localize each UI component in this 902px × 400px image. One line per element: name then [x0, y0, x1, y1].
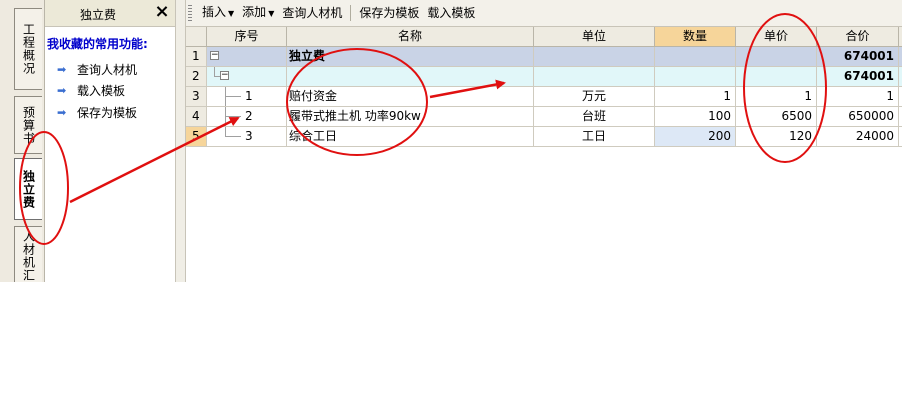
arrow-right-icon: ➡ [57, 63, 67, 76]
left-panel-header: 独立费 × [45, 0, 175, 27]
column-header-qty[interactable]: 数量 [655, 27, 736, 47]
insert-button[interactable]: 插入 ▼ [198, 1, 238, 25]
qty-cell[interactable]: 100 [655, 107, 736, 127]
seq-cell[interactable]: − [207, 67, 287, 87]
total-cell[interactable]: 1 [817, 87, 899, 107]
tab-labor-material-summary[interactable]: 人材机汇 [14, 226, 42, 282]
unit-cell[interactable]: 万元 [534, 87, 655, 107]
data-grid: 序号 名称 单位 数量 单价 合价 1 − 独立费 674001 2 − 674… [186, 27, 902, 282]
arrow-right-icon: ➡ [57, 106, 67, 119]
vertical-tab-strip: 工程概况 预算书 独立费 人材机汇 [0, 0, 45, 282]
row-index[interactable]: 1 [186, 47, 207, 67]
toolbar-separator [350, 5, 352, 21]
name-cell[interactable]: 赔付资金 [287, 87, 534, 107]
favorites-label: 我收藏的常用功能: [47, 37, 148, 51]
dropdown-arrow-icon: ▼ [268, 9, 275, 18]
close-icon[interactable]: × [153, 1, 171, 23]
unit-cell[interactable] [534, 47, 655, 67]
tab-label: 预算书 [21, 105, 36, 145]
seq-cell[interactable]: 1 [207, 87, 287, 107]
column-header-name[interactable]: 名称 [287, 27, 534, 47]
toolbar-grip[interactable] [188, 5, 192, 21]
tab-label: 人材机汇 [21, 230, 36, 282]
name-cell[interactable] [287, 67, 534, 87]
total-cell[interactable]: 674001 [817, 47, 899, 67]
qty-cell[interactable]: 200 [655, 127, 736, 147]
qty-cell[interactable] [655, 47, 736, 67]
add-label: 添加 [242, 5, 267, 19]
price-cell[interactable]: 6500 [736, 107, 817, 127]
unit-cell[interactable]: 台班 [534, 107, 655, 127]
favorite-item-query[interactable]: ➡ 查询人材机 [57, 61, 137, 78]
seq-cell[interactable]: 2 [207, 107, 287, 127]
seq-number: 1 [245, 89, 253, 103]
row-index-header [186, 27, 207, 47]
name-cell[interactable]: 履带式推土机 功率90kw [287, 107, 534, 127]
tree-line [225, 96, 241, 97]
tab-label: 工程概况 [21, 23, 36, 75]
total-cell[interactable]: 650000 [817, 107, 899, 127]
seq-number: 2 [245, 109, 253, 123]
app-window: 工程概况 预算书 独立费 人材机汇 独立费 × 我收藏的常用功能: ➡ 查询人材… [0, 0, 902, 282]
dropdown-arrow-icon: ▼ [228, 9, 235, 18]
table-row[interactable]: 4 2 履带式推土机 功率90kw 台班 100 6500 650000 [186, 107, 902, 127]
qty-cell[interactable] [655, 67, 736, 87]
favorite-item-save-template[interactable]: ➡ 保存为模板 [57, 104, 137, 121]
price-cell[interactable] [736, 67, 817, 87]
row-index[interactable]: 2 [186, 67, 207, 87]
column-header-seq[interactable]: 序号 [207, 27, 287, 47]
row-index[interactable]: 4 [186, 107, 207, 127]
favorite-item-label: 保存为模板 [77, 106, 138, 120]
table-header-row: 序号 名称 单位 数量 单价 合价 [186, 27, 902, 47]
seq-cell[interactable]: − [207, 47, 287, 67]
add-button[interactable]: 添加 ▼ [238, 1, 278, 25]
insert-label: 插入 [202, 5, 227, 19]
favorite-item-label: 查询人材机 [77, 63, 138, 77]
unit-cell[interactable] [534, 67, 655, 87]
row-index[interactable]: 5 [186, 127, 207, 147]
qty-cell[interactable]: 1 [655, 87, 736, 107]
tree-line [225, 136, 241, 137]
total-cell[interactable]: 24000 [817, 127, 899, 147]
tree-line [225, 107, 226, 126]
column-header-price[interactable]: 单价 [736, 27, 817, 47]
tab-project-overview[interactable]: 工程概况 [14, 8, 42, 90]
unit-cell[interactable]: 工日 [534, 127, 655, 147]
tab-label: 独立费 [21, 169, 36, 209]
tab-independent-fee[interactable]: 独立费 [14, 158, 42, 220]
left-panel-title: 独立费 [79, 8, 116, 22]
price-cell[interactable] [736, 47, 817, 67]
arrow-right-icon: ➡ [57, 84, 67, 97]
table-row[interactable]: 2 − 674001 [186, 67, 902, 87]
tree-line [225, 116, 241, 117]
collapse-toggle-icon[interactable]: − [210, 51, 219, 60]
table-row[interactable]: 5 3 综合工日 工日 200 120 24000 [186, 127, 902, 147]
toolbar: 插入 ▼ 添加 ▼ 查询人材机 保存为模板 载入模板 [186, 0, 902, 27]
load-template-button[interactable]: 载入模板 [423, 2, 479, 24]
favorite-item-label: 载入模板 [77, 84, 126, 98]
column-header-unit[interactable]: 单位 [534, 27, 655, 47]
name-cell[interactable]: 综合工日 [287, 127, 534, 147]
row-index[interactable]: 3 [186, 87, 207, 107]
name-cell[interactable]: 独立费 [287, 47, 534, 67]
query-labor-material-button[interactable]: 查询人材机 [278, 2, 346, 24]
collapse-toggle-icon[interactable]: − [220, 71, 229, 80]
total-cell[interactable]: 674001 [817, 67, 899, 87]
price-cell[interactable]: 120 [736, 127, 817, 147]
column-header-total[interactable]: 合价 [817, 27, 899, 47]
tab-budget[interactable]: 预算书 [14, 96, 42, 154]
left-panel: 独立费 × 我收藏的常用功能: ➡ 查询人材机 ➡ 载入模板 ➡ 保存为模板 [45, 0, 176, 282]
table-row[interactable]: 3 1 赔付资金 万元 1 1 1 [186, 87, 902, 107]
tree-line [225, 87, 226, 106]
seq-number: 3 [245, 129, 253, 143]
favorite-item-load-template[interactable]: ➡ 载入模板 [57, 82, 125, 99]
panel-splitter[interactable] [176, 0, 186, 282]
seq-cell[interactable]: 3 [207, 127, 287, 147]
price-cell[interactable]: 1 [736, 87, 817, 107]
save-template-button[interactable]: 保存为模板 [355, 2, 423, 24]
table-row[interactable]: 1 − 独立费 674001 [186, 47, 902, 67]
